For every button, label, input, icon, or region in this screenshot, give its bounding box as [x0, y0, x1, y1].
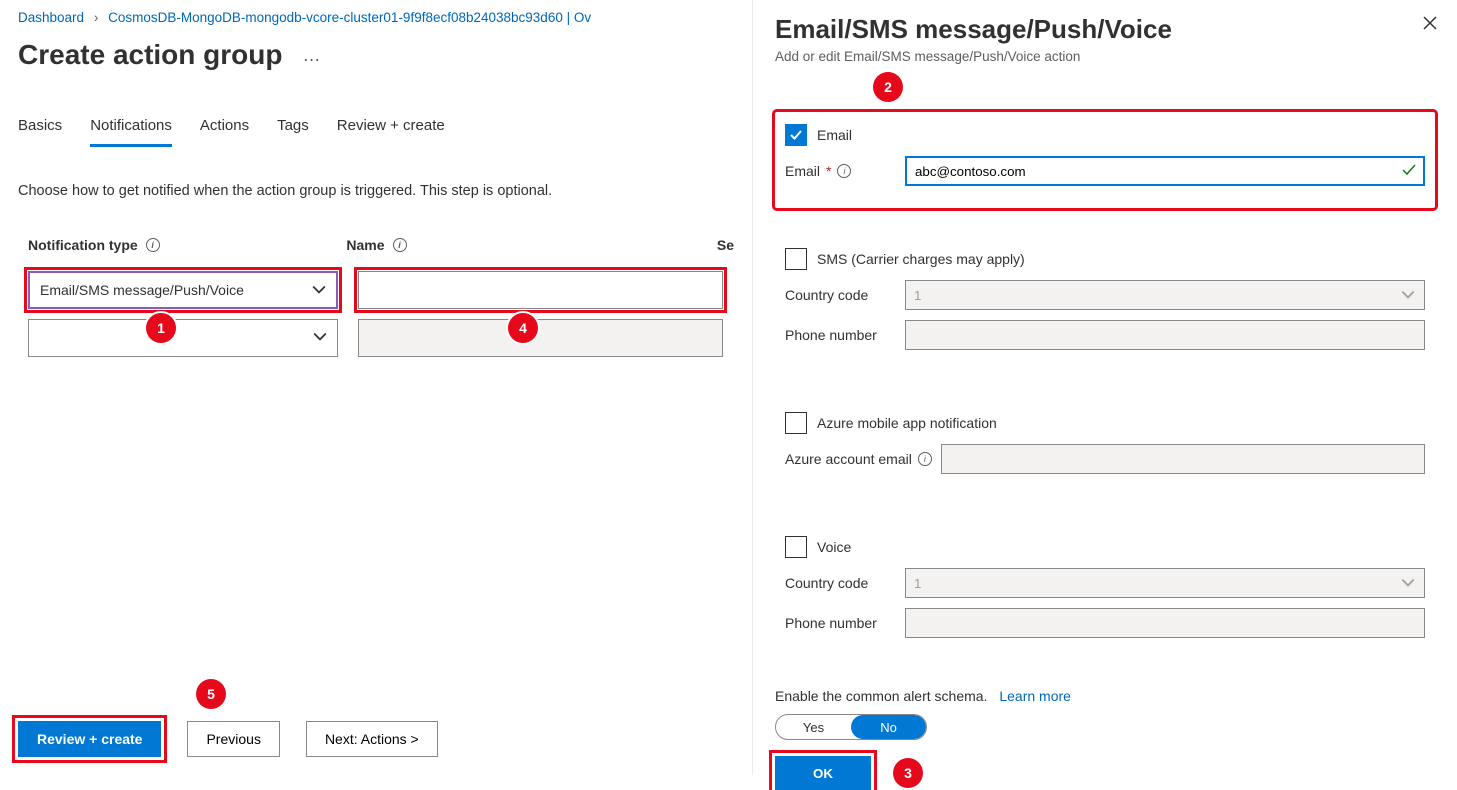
azure-app-checkbox-label: Azure mobile app notification: [817, 415, 997, 431]
common-alert-schema-row: Enable the common alert schema. Learn mo…: [775, 688, 1435, 740]
breadcrumb-resource[interactable]: CosmosDB-MongoDB-mongodb-vcore-cluster01…: [108, 10, 591, 25]
tab-notifications[interactable]: Notifications: [90, 117, 172, 147]
learn-more-link[interactable]: Learn more: [999, 688, 1071, 704]
info-icon[interactable]: i: [918, 452, 932, 466]
next-actions-button[interactable]: Next: Actions >: [306, 721, 438, 757]
annotation-badge-3: 3: [893, 758, 923, 788]
email-checkbox-label: Email: [817, 127, 852, 143]
email-section: Email Email* i: [775, 112, 1435, 208]
ok-button[interactable]: OK: [775, 756, 871, 790]
notification-type-dropdown-empty[interactable]: [28, 319, 338, 357]
chevron-down-icon: [1401, 288, 1415, 302]
info-icon[interactable]: i: [837, 164, 851, 178]
chevron-right-icon: ›: [94, 10, 99, 25]
sms-country-code-label: Country code: [785, 287, 897, 303]
more-commands-icon[interactable]: …: [302, 45, 320, 66]
voice-section: Voice Country code Phone number: [775, 524, 1435, 660]
previous-button[interactable]: Previous: [187, 721, 279, 757]
breadcrumb: Dashboard › CosmosDB-MongoDB-mongodb-vco…: [18, 10, 734, 25]
sms-section: SMS (Carrier charges may apply) Country …: [775, 236, 1435, 372]
email-field-label: Email* i: [785, 163, 897, 179]
voice-checkbox[interactable]: [785, 536, 807, 558]
panel-subtitle: Add or edit Email/SMS message/Push/Voice…: [775, 49, 1435, 64]
azure-account-email-input: [941, 444, 1425, 474]
voice-country-code-dropdown: [905, 568, 1425, 598]
voice-phone-input: [905, 608, 1425, 638]
annotation-badge-4: 4: [508, 313, 538, 343]
review-create-button[interactable]: Review + create: [18, 721, 161, 757]
chevron-down-icon: [313, 330, 327, 344]
notification-type-dropdown[interactable]: Email/SMS message/Push/Voice: [28, 271, 338, 309]
schema-toggle[interactable]: Yes No: [775, 714, 927, 740]
schema-yes[interactable]: Yes: [776, 715, 851, 739]
sms-phone-label: Phone number: [785, 327, 897, 343]
schema-label: Enable the common alert schema.: [775, 688, 987, 704]
column-header-selected: Se: [717, 237, 734, 253]
email-input[interactable]: [905, 156, 1425, 186]
tab-basics[interactable]: Basics: [18, 117, 62, 147]
column-header-name: Name i: [346, 237, 696, 253]
sms-checkbox[interactable]: [785, 248, 807, 270]
checkmark-icon: [1401, 162, 1417, 181]
sms-country-code-dropdown: [905, 280, 1425, 310]
tab-tags[interactable]: Tags: [277, 117, 309, 147]
annotation-badge-5: 5: [196, 679, 226, 709]
notification-name-input[interactable]: [358, 271, 723, 309]
voice-phone-label: Phone number: [785, 615, 897, 631]
tabs: Basics Notifications Actions Tags Review…: [18, 117, 734, 147]
tab-review-create[interactable]: Review + create: [337, 117, 445, 147]
info-icon[interactable]: i: [393, 238, 407, 252]
panel-title: Email/SMS message/Push/Voice: [775, 14, 1435, 45]
voice-country-code-label: Country code: [785, 575, 897, 591]
annotation-badge-2: 2: [873, 72, 903, 102]
schema-no[interactable]: No: [851, 715, 926, 739]
info-icon[interactable]: i: [146, 238, 160, 252]
azure-app-checkbox[interactable]: [785, 412, 807, 434]
tab-actions[interactable]: Actions: [200, 117, 249, 147]
sms-checkbox-label: SMS (Carrier charges may apply): [817, 251, 1025, 267]
close-icon[interactable]: [1423, 16, 1437, 33]
sms-phone-input: [905, 320, 1425, 350]
voice-checkbox-label: Voice: [817, 539, 851, 555]
email-checkbox[interactable]: [785, 124, 807, 146]
helper-text: Choose how to get notified when the acti…: [18, 183, 734, 199]
annotation-badge-1: 1: [146, 313, 176, 343]
page-title: Create action group: [18, 39, 282, 71]
azure-app-section: Azure mobile app notification Azure acco…: [775, 400, 1435, 496]
column-header-type: Notification type i: [28, 237, 326, 253]
breadcrumb-dashboard[interactable]: Dashboard: [18, 10, 84, 25]
azure-account-email-label: Azure account email i: [785, 451, 933, 467]
notification-name-input-disabled: [358, 319, 723, 357]
chevron-down-icon: [312, 283, 326, 297]
chevron-down-icon: [1401, 576, 1415, 590]
